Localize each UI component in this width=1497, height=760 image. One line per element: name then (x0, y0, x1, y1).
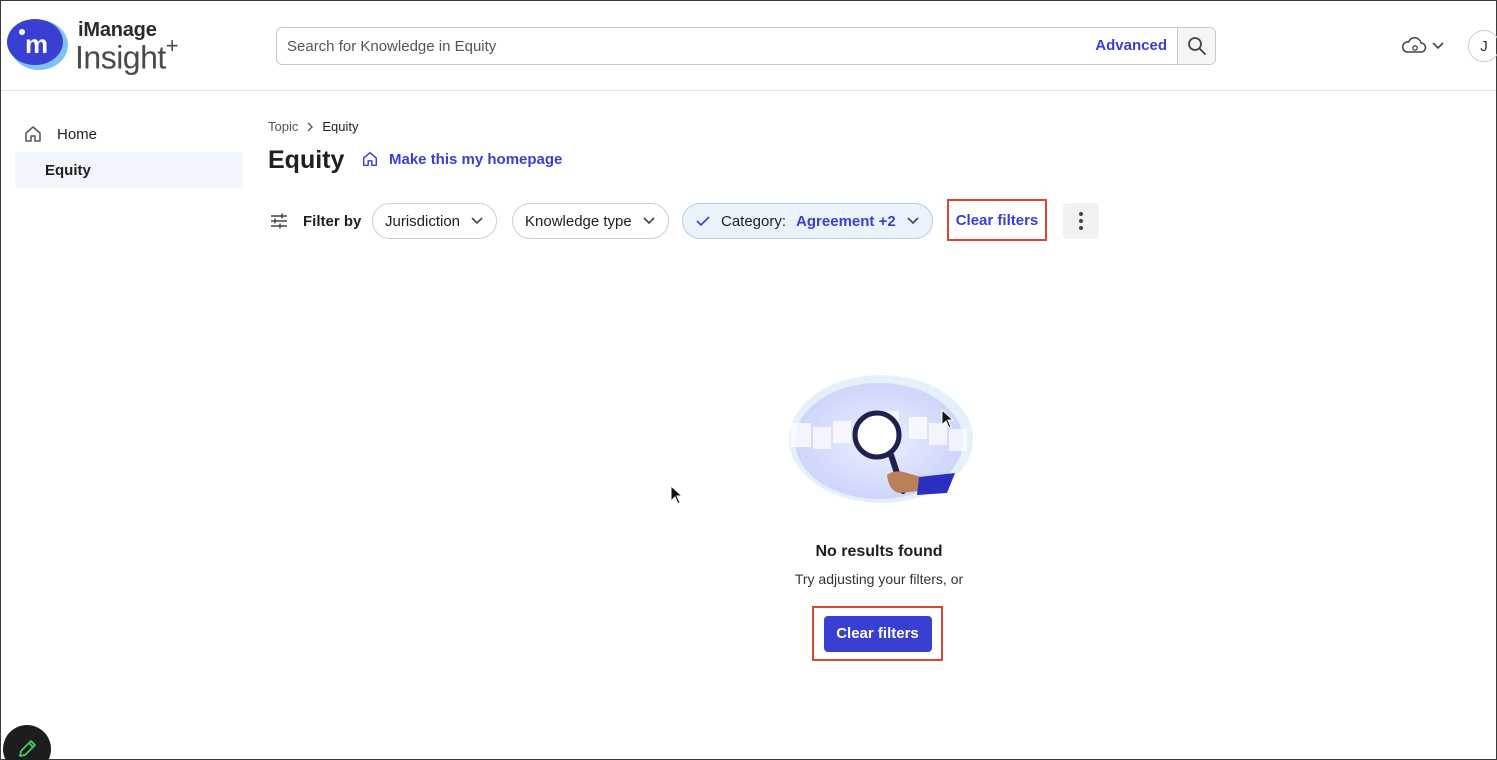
imanage-logo-icon: m (7, 19, 68, 70)
logo-letter: m (25, 29, 48, 59)
chevron-down-icon (471, 217, 483, 225)
clear-filters-button[interactable]: Clear filters (823, 615, 932, 652)
chip-label: Category: (721, 212, 787, 230)
empty-state-title: No results found (815, 543, 943, 560)
filter-by-label: Filter by (269, 203, 361, 239)
filter-chip-category[interactable]: Category: Agreement +2 (682, 203, 933, 239)
mouse-cursor-icon (670, 485, 684, 505)
search-bar: Advanced (276, 27, 1216, 65)
home-icon (25, 126, 41, 142)
sidebar-item-label: Home (57, 125, 98, 143)
logo-plus-mark: + (165, 33, 179, 58)
sidebar-item-home[interactable]: Home (15, 116, 243, 152)
breadcrumb: Topic Equity (268, 119, 359, 134)
search-input[interactable] (287, 28, 1077, 64)
chip-label: Jurisdiction (385, 212, 461, 230)
filter-bar: Filter by Jurisdiction Knowledge type Ca… (269, 199, 1109, 241)
breadcrumb-topic[interactable]: Topic (268, 119, 298, 134)
sliders-icon (271, 213, 287, 229)
pencil-icon (19, 740, 36, 757)
more-vertical-icon (1079, 212, 1083, 230)
chip-value: Agreement +2 (796, 212, 896, 230)
mouse-cursor-icon (941, 409, 955, 429)
cloud-settings-icon (1401, 36, 1427, 53)
sidebar-item-equity[interactable]: Equity (15, 152, 243, 188)
home-icon (362, 151, 378, 167)
user-avatar[interactable]: J (1468, 30, 1497, 62)
chevron-right-icon (307, 122, 314, 131)
page-title: Equity (268, 146, 345, 174)
checkmark-icon (696, 216, 710, 227)
sidebar-item-label: Equity (45, 161, 91, 179)
more-options-button[interactable] (1063, 203, 1099, 239)
chevron-down-icon (643, 217, 655, 225)
search-button[interactable] (1177, 28, 1215, 64)
search-icon (1187, 37, 1206, 55)
app-logo[interactable]: m iManage Insight+ (5, 15, 205, 77)
top-bar: m iManage Insight+ Advanced J (1, 1, 1497, 91)
make-homepage-link[interactable]: Make this my homepage (361, 150, 562, 168)
chip-label: Knowledge type (525, 212, 632, 230)
make-homepage-label: Make this my homepage (389, 150, 563, 168)
advanced-search-link[interactable]: Advanced (1095, 37, 1167, 54)
cloud-settings-menu[interactable] (1401, 31, 1451, 61)
chevron-down-icon (1432, 42, 1444, 50)
logo-insight-word: Insight (75, 39, 166, 76)
magnifying-glass-illustration (789, 375, 973, 503)
filter-chip-knowledge-type[interactable]: Knowledge type (512, 203, 669, 239)
breadcrumb-current: Equity (322, 119, 359, 134)
chevron-down-icon (907, 217, 919, 225)
clear-filters-highlight: Clear filters (812, 606, 943, 661)
filter-chip-jurisdiction[interactable]: Jurisdiction (372, 203, 498, 239)
clear-filters-link[interactable]: Clear filters (947, 199, 1047, 241)
sidebar: Home Equity (1, 92, 251, 760)
filter-by-text: Filter by (303, 212, 362, 230)
logo-text-insight: Insight+ (75, 33, 179, 77)
empty-state-subtitle: Try adjusting your filters, or (794, 571, 964, 587)
